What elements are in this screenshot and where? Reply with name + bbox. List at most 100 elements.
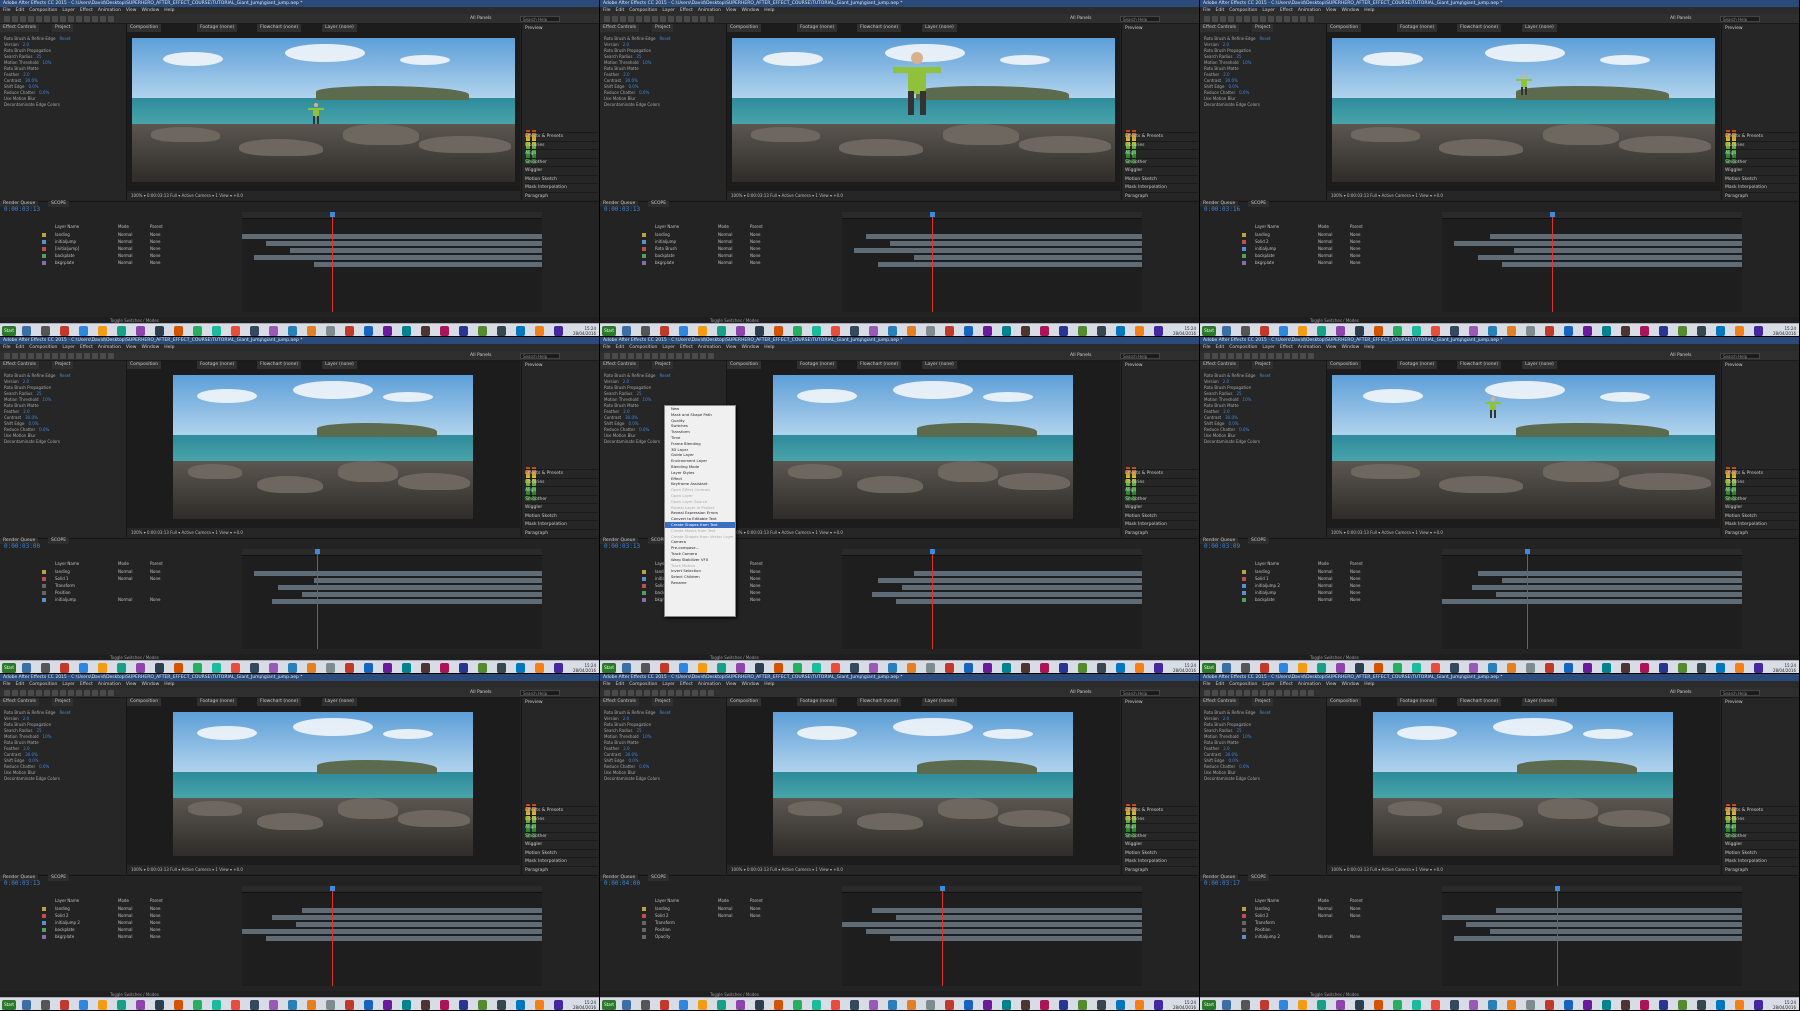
taskbar-app-icon[interactable] (554, 1000, 563, 1010)
layer-mode[interactable]: Normal (118, 576, 132, 582)
camera-tool-icon[interactable] (636, 16, 642, 22)
tab-flowchart[interactable]: Flowchart (none) (1457, 24, 1502, 32)
layer-mode[interactable]: Normal (118, 920, 132, 926)
panel-section[interactable]: Wiggler (1125, 503, 1198, 511)
taskbar-app-icon[interactable] (1583, 326, 1592, 336)
taskbar-app-icon[interactable] (440, 326, 449, 336)
menu-item-layer[interactable]: Layer (662, 344, 675, 351)
panel-section[interactable]: Effects & Presets (1125, 469, 1198, 477)
puppet-tool-icon[interactable] (708, 690, 714, 696)
timeline-track-area[interactable] (1442, 549, 1742, 649)
menu-item-layer[interactable]: Layer (62, 681, 75, 688)
layer-duration-bar[interactable] (914, 255, 1142, 260)
layer-duration-bar[interactable] (242, 234, 542, 239)
layer-duration-bar[interactable] (902, 585, 1142, 590)
workspace-label[interactable]: All Panels (1670, 352, 1692, 360)
taskbar-app-icon[interactable] (1059, 663, 1068, 673)
layer-mode[interactable]: Normal (118, 239, 132, 245)
panel-section[interactable]: Smoother (1125, 831, 1198, 840)
taskbar-app-icon[interactable] (535, 1000, 544, 1010)
layer-duration-bar[interactable] (1472, 585, 1742, 590)
effect-property[interactable]: Reduce Chatter 0.0% (4, 427, 49, 432)
taskbar-app-icon[interactable] (136, 663, 145, 673)
time-ruler[interactable] (1442, 886, 1742, 893)
effect-property[interactable]: Version 2.0 (1204, 42, 1229, 47)
zoom-tool-icon[interactable] (20, 16, 26, 22)
layer-mode[interactable]: Normal (118, 906, 132, 912)
property-value[interactable]: 30.0% (1225, 752, 1238, 757)
layer-parent[interactable]: None (1350, 934, 1360, 940)
effect-property[interactable]: Reduce Chatter 0.0% (604, 427, 649, 432)
taskbar-app-icon[interactable] (1602, 1000, 1611, 1010)
search-help-input[interactable]: Search Help (520, 353, 560, 359)
layer-parent[interactable]: None (750, 239, 760, 245)
panel-section[interactable]: Paragraph (1725, 865, 1798, 874)
taskbar-app-icon[interactable] (793, 326, 802, 336)
zoom-tool-icon[interactable] (1220, 16, 1226, 22)
effect-property[interactable]: Motion Threshold 10% (1204, 397, 1251, 402)
taskbar-app-icon[interactable] (983, 1000, 992, 1010)
selection-tool-icon[interactable] (604, 353, 610, 359)
selection-tool-icon[interactable] (4, 16, 10, 22)
panel-section[interactable]: Align (525, 823, 598, 831)
current-time-indicator[interactable] (1552, 212, 1553, 312)
taskbar-app-icon[interactable] (79, 663, 88, 673)
layer-duration-bar[interactable] (272, 599, 542, 604)
panel-section[interactable]: Align (1725, 149, 1798, 157)
video-frame[interactable] (732, 38, 1115, 182)
menu-item-animation[interactable]: Animation (1298, 7, 1321, 14)
layer-row[interactable]: landing Normal None (1200, 906, 1440, 912)
panel-section[interactable]: Motion Sketch (1125, 511, 1198, 520)
effect-property[interactable]: Motion Threshold 10% (4, 60, 51, 65)
taskbar-app-icon[interactable] (41, 1000, 50, 1010)
clone-tool-icon[interactable] (84, 16, 90, 22)
property-value[interactable]: 2.0 (623, 379, 629, 384)
tab-composition[interactable]: Composition (727, 361, 762, 369)
taskbar-app-icon[interactable] (1431, 663, 1440, 673)
puppet-tool-icon[interactable] (1308, 690, 1314, 696)
effect-property[interactable]: Contrast 30.0% (4, 78, 38, 83)
tab-project[interactable]: Project (52, 698, 74, 706)
effect-property[interactable]: Feather 2.0 (604, 72, 630, 77)
taskbar-app-icon[interactable] (1697, 326, 1706, 336)
property-value[interactable]: 2.0 (23, 746, 29, 751)
rotate-tool-icon[interactable] (28, 353, 34, 359)
taskbar-app-icon[interactable] (1298, 326, 1307, 336)
rectangle-tool-icon[interactable] (1252, 353, 1258, 359)
taskbar-app-icon[interactable] (1222, 326, 1231, 336)
menu-item-composition[interactable]: Composition (1229, 681, 1257, 688)
layer-row[interactable]: initialjump Normal None (600, 239, 840, 245)
video-frame[interactable] (1332, 38, 1715, 182)
taskbar-app-icon[interactable] (964, 663, 973, 673)
layer-parent[interactable]: None (150, 253, 160, 259)
rotate-tool-icon[interactable] (628, 353, 634, 359)
layer-name[interactable]: Position (655, 927, 671, 933)
taskbar-app-icon[interactable] (964, 326, 973, 336)
tab-flowchart[interactable]: Flowchart (none) (857, 24, 902, 32)
brush-tool-icon[interactable] (676, 16, 682, 22)
property-value[interactable]: 2.0 (23, 72, 29, 77)
taskbar-app-icon[interactable] (231, 326, 240, 336)
brush-tool-icon[interactable] (76, 353, 82, 359)
effect-property[interactable]: Contrast 30.0% (604, 415, 638, 420)
taskbar-app-icon[interactable] (231, 663, 240, 673)
taskbar-app-icon[interactable] (288, 1000, 297, 1010)
taskbar-app-icon[interactable] (755, 326, 764, 336)
time-ruler[interactable] (1442, 212, 1742, 219)
taskbar-app-icon[interactable] (1716, 326, 1725, 336)
menu-item-composition[interactable]: Composition (629, 7, 657, 14)
panel-section[interactable]: Libraries (1725, 814, 1798, 823)
video-frame[interactable] (1373, 712, 1673, 856)
taskbar-app-icon[interactable] (1545, 663, 1554, 673)
taskbar-app-icon[interactable] (1564, 1000, 1573, 1010)
menu-item-file[interactable]: File (603, 7, 611, 14)
property-value[interactable]: 10% (43, 734, 52, 739)
layer-name[interactable]: backplate (1255, 597, 1275, 603)
taskbar-app-icon[interactable] (679, 326, 688, 336)
tab-composition-timeline[interactable]: SCOPE (48, 875, 70, 881)
current-time-display[interactable]: 0:00:03:13 (604, 543, 640, 550)
taskbar-app-icon[interactable] (1040, 1000, 1049, 1010)
video-frame[interactable] (132, 38, 515, 182)
effect-property[interactable]: Version 2.0 (1204, 379, 1229, 384)
effect-property[interactable]: Shift Edge 0.0% (4, 84, 39, 89)
